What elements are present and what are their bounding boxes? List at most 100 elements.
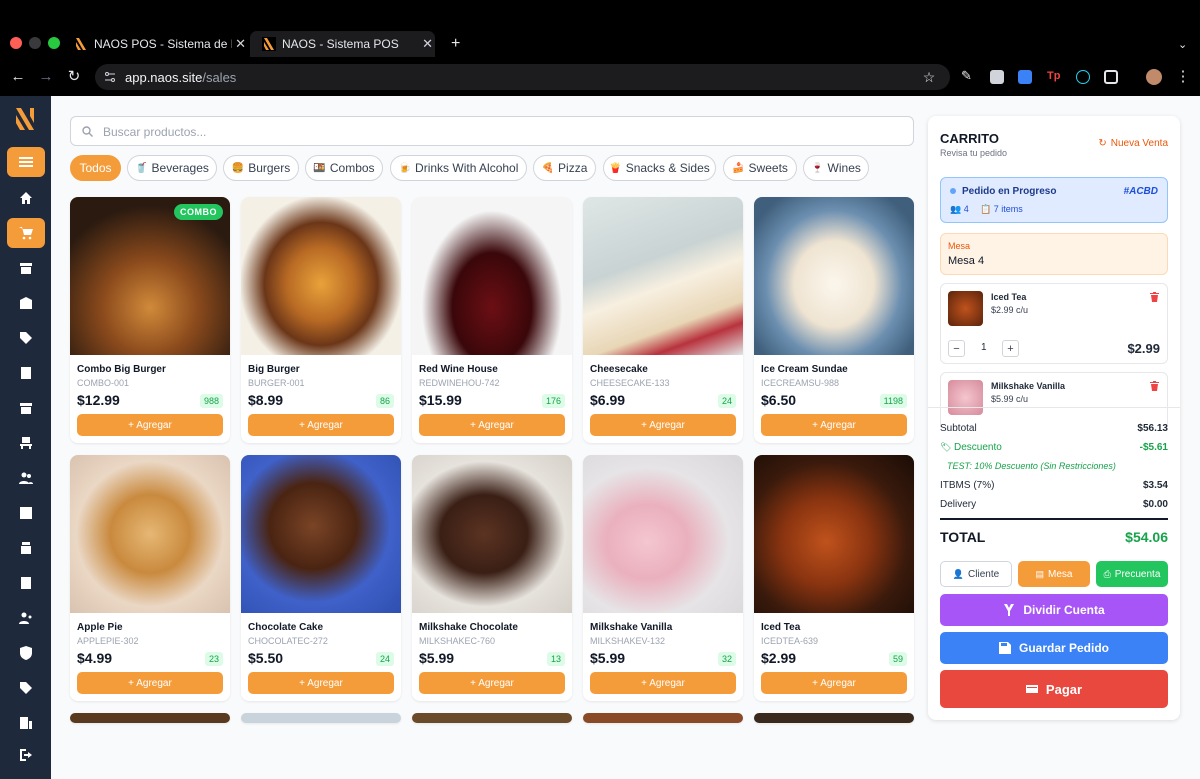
url-text[interactable]: app.naos.site/sales [125, 70, 236, 85]
translate-extension-icon[interactable] [1018, 70, 1032, 84]
sidebar-item-tags[interactable] [7, 323, 45, 353]
trash-icon[interactable] [1150, 292, 1159, 302]
product-card[interactable]: Iced Tea ICEDTEA-639 $2.99 59 + Agregar [754, 455, 914, 701]
product-card[interactable]: Big Burger BURGER-001 $8.99 86 + Agregar [241, 197, 401, 443]
sidebar-item-users[interactable] [7, 463, 45, 493]
total-label: TOTAL [940, 529, 986, 545]
tab-search-chevron-icon[interactable]: ⌄ [1178, 31, 1190, 57]
increase-qty-button[interactable]: + [1002, 340, 1019, 357]
add-to-cart-button[interactable]: + Agregar [590, 414, 736, 436]
new-sale-button[interactable]: ↻ Nueva Venta [1098, 138, 1168, 149]
pay-button[interactable]: Pagar [940, 670, 1168, 708]
decrease-qty-button[interactable]: − [948, 340, 965, 357]
product-price: $12.99 [77, 392, 120, 408]
category-chip-todos[interactable]: Todos [70, 155, 121, 181]
sidebar-item-list[interactable] [7, 358, 45, 388]
add-to-cart-button[interactable]: + Agregar [77, 672, 223, 694]
add-to-cart-button[interactable]: + Agregar [761, 672, 907, 694]
product-card[interactable]: Cheesecake CHEESECAKE-133 $6.99 24 + Agr… [583, 197, 743, 443]
product-card[interactable] [583, 713, 743, 723]
add-to-cart-button[interactable]: + Agregar [77, 414, 223, 436]
sidebar-item-store[interactable] [7, 393, 45, 423]
cart-item-thumbnail [948, 291, 983, 326]
product-card[interactable]: COMBO Combo Big Burger COMBO-001 $12.99 … [70, 197, 230, 443]
product-card[interactable]: Chocolate Cake CHOCOLATEC-272 $5.50 24 +… [241, 455, 401, 701]
cart-item-qty: 1 [981, 342, 987, 353]
order-code: #ACBD [1123, 186, 1158, 197]
product-card[interactable]: Milkshake Vanilla MILKSHAKEV-132 $5.99 3… [583, 455, 743, 701]
product-card[interactable]: Apple Pie APPLEPIE-302 $4.99 23 + Agrega… [70, 455, 230, 701]
category-chip-burgers[interactable]: 🍔 Burgers [223, 155, 299, 181]
product-card[interactable]: Red Wine House REDWINEHOU-742 $15.99 176… [412, 197, 572, 443]
sidebar-item-warehouse[interactable] [7, 288, 45, 318]
sidebar-item-logout[interactable] [7, 740, 45, 770]
minimize-window-button[interactable] [29, 37, 41, 49]
product-card[interactable] [70, 713, 230, 723]
browser-menu-icon[interactable]: ⋮ [1174, 68, 1192, 86]
product-card[interactable]: Ice Cream Sundae ICECREAMSU-988 $6.50 11… [754, 197, 914, 443]
close-tab-icon[interactable]: ✕ [422, 36, 433, 52]
add-to-cart-button[interactable]: + Agregar [419, 414, 565, 436]
card-extension-icon[interactable] [990, 70, 1004, 84]
product-sku: REDWINEHOU-742 [419, 378, 500, 388]
sidebar-item-security[interactable] [7, 638, 45, 668]
bookmark-star-icon[interactable]: ☆ [920, 68, 938, 86]
sidebar-item-archive[interactable] [7, 253, 45, 283]
extensions-puzzle-icon[interactable] [1104, 70, 1118, 84]
category-chip-drinks-alcohol[interactable]: 🍺 Drinks With Alcohol [390, 155, 527, 181]
sidebar-item-kitchen[interactable] [7, 533, 45, 563]
new-tab-button[interactable]: + [451, 31, 465, 57]
split-bill-button[interactable]: Dividir Cuenta [940, 594, 1168, 626]
add-to-cart-button[interactable]: + Agregar [419, 672, 565, 694]
trash-icon[interactable] [1150, 381, 1159, 391]
back-arrow-icon[interactable]: ← [9, 68, 27, 86]
save-order-button[interactable]: Guardar Pedido [940, 632, 1168, 664]
add-to-cart-button[interactable]: + Agregar [590, 672, 736, 694]
total-divider [940, 518, 1168, 520]
add-to-cart-button[interactable]: + Agregar [248, 672, 394, 694]
category-chip-beverages[interactable]: 🥤 Beverages [127, 155, 217, 181]
sidebar-item-tables[interactable] [7, 428, 45, 458]
product-card[interactable] [412, 713, 572, 723]
react-devtools-icon[interactable] [1076, 70, 1090, 84]
sidebar-item-employees[interactable] [7, 603, 45, 633]
browser-tab-1[interactable]: NAOS POS - Sistema de Punto ✕ [74, 31, 246, 57]
sidebar-item-sales[interactable] [7, 218, 45, 248]
product-card[interactable]: Milkshake Chocolate MILKSHAKEC-760 $5.99… [412, 455, 572, 701]
sidebar-item-reports[interactable] [7, 498, 45, 528]
browser-tab-2[interactable]: NAOS - Sistema POS ✕ [250, 31, 435, 57]
site-settings-icon[interactable] [104, 71, 116, 83]
add-to-cart-button[interactable]: + Agregar [761, 414, 907, 436]
maximize-window-button[interactable] [48, 37, 60, 49]
close-tab-icon[interactable]: ✕ [235, 36, 246, 52]
reload-icon[interactable]: ↻ [65, 68, 83, 86]
category-chip-combos[interactable]: 🍱 Combos [305, 155, 383, 181]
cart-item-unit-price: $5.99 c/u [991, 394, 1029, 404]
sidebar-menu-toggle[interactable] [7, 147, 45, 177]
category-chip-pizza[interactable]: 🍕 Pizza [533, 155, 596, 181]
mesa-button[interactable]: ▤ Mesa [1018, 561, 1090, 587]
tp-extension-icon[interactable]: Tp [1047, 70, 1061, 84]
eyedropper-extension-icon[interactable]: ✎ [961, 68, 975, 83]
profile-avatar[interactable] [1146, 69, 1162, 85]
naos-favicon-icon [262, 37, 276, 51]
cake-icon: 🍰 [732, 162, 745, 174]
product-card[interactable] [754, 713, 914, 723]
chair-icon [20, 437, 32, 449]
close-window-button[interactable] [10, 37, 22, 49]
cliente-button[interactable]: 👤 Cliente [940, 561, 1012, 587]
sidebar-item-company[interactable] [7, 708, 45, 738]
category-chip-sweets[interactable]: 🍰 Sweets [723, 155, 797, 181]
sidebar-item-home[interactable] [7, 183, 45, 213]
product-search-input[interactable]: Buscar productos... [70, 116, 914, 146]
precuenta-button[interactable]: ⎙ Precuenta [1096, 561, 1168, 587]
sidebar-item-discounts[interactable] [7, 673, 45, 703]
category-chip-wines[interactable]: 🍷 Wines [803, 155, 869, 181]
tag-icon [20, 332, 32, 344]
product-card[interactable] [241, 713, 401, 723]
add-to-cart-button[interactable]: + Agregar [248, 414, 394, 436]
mesa-box[interactable]: Mesa Mesa 4 [940, 233, 1168, 275]
category-chip-snacks[interactable]: 🍟 Snacks & Sides [603, 155, 716, 181]
forward-arrow-icon[interactable]: → [37, 68, 55, 86]
sidebar-item-documents[interactable] [7, 568, 45, 598]
